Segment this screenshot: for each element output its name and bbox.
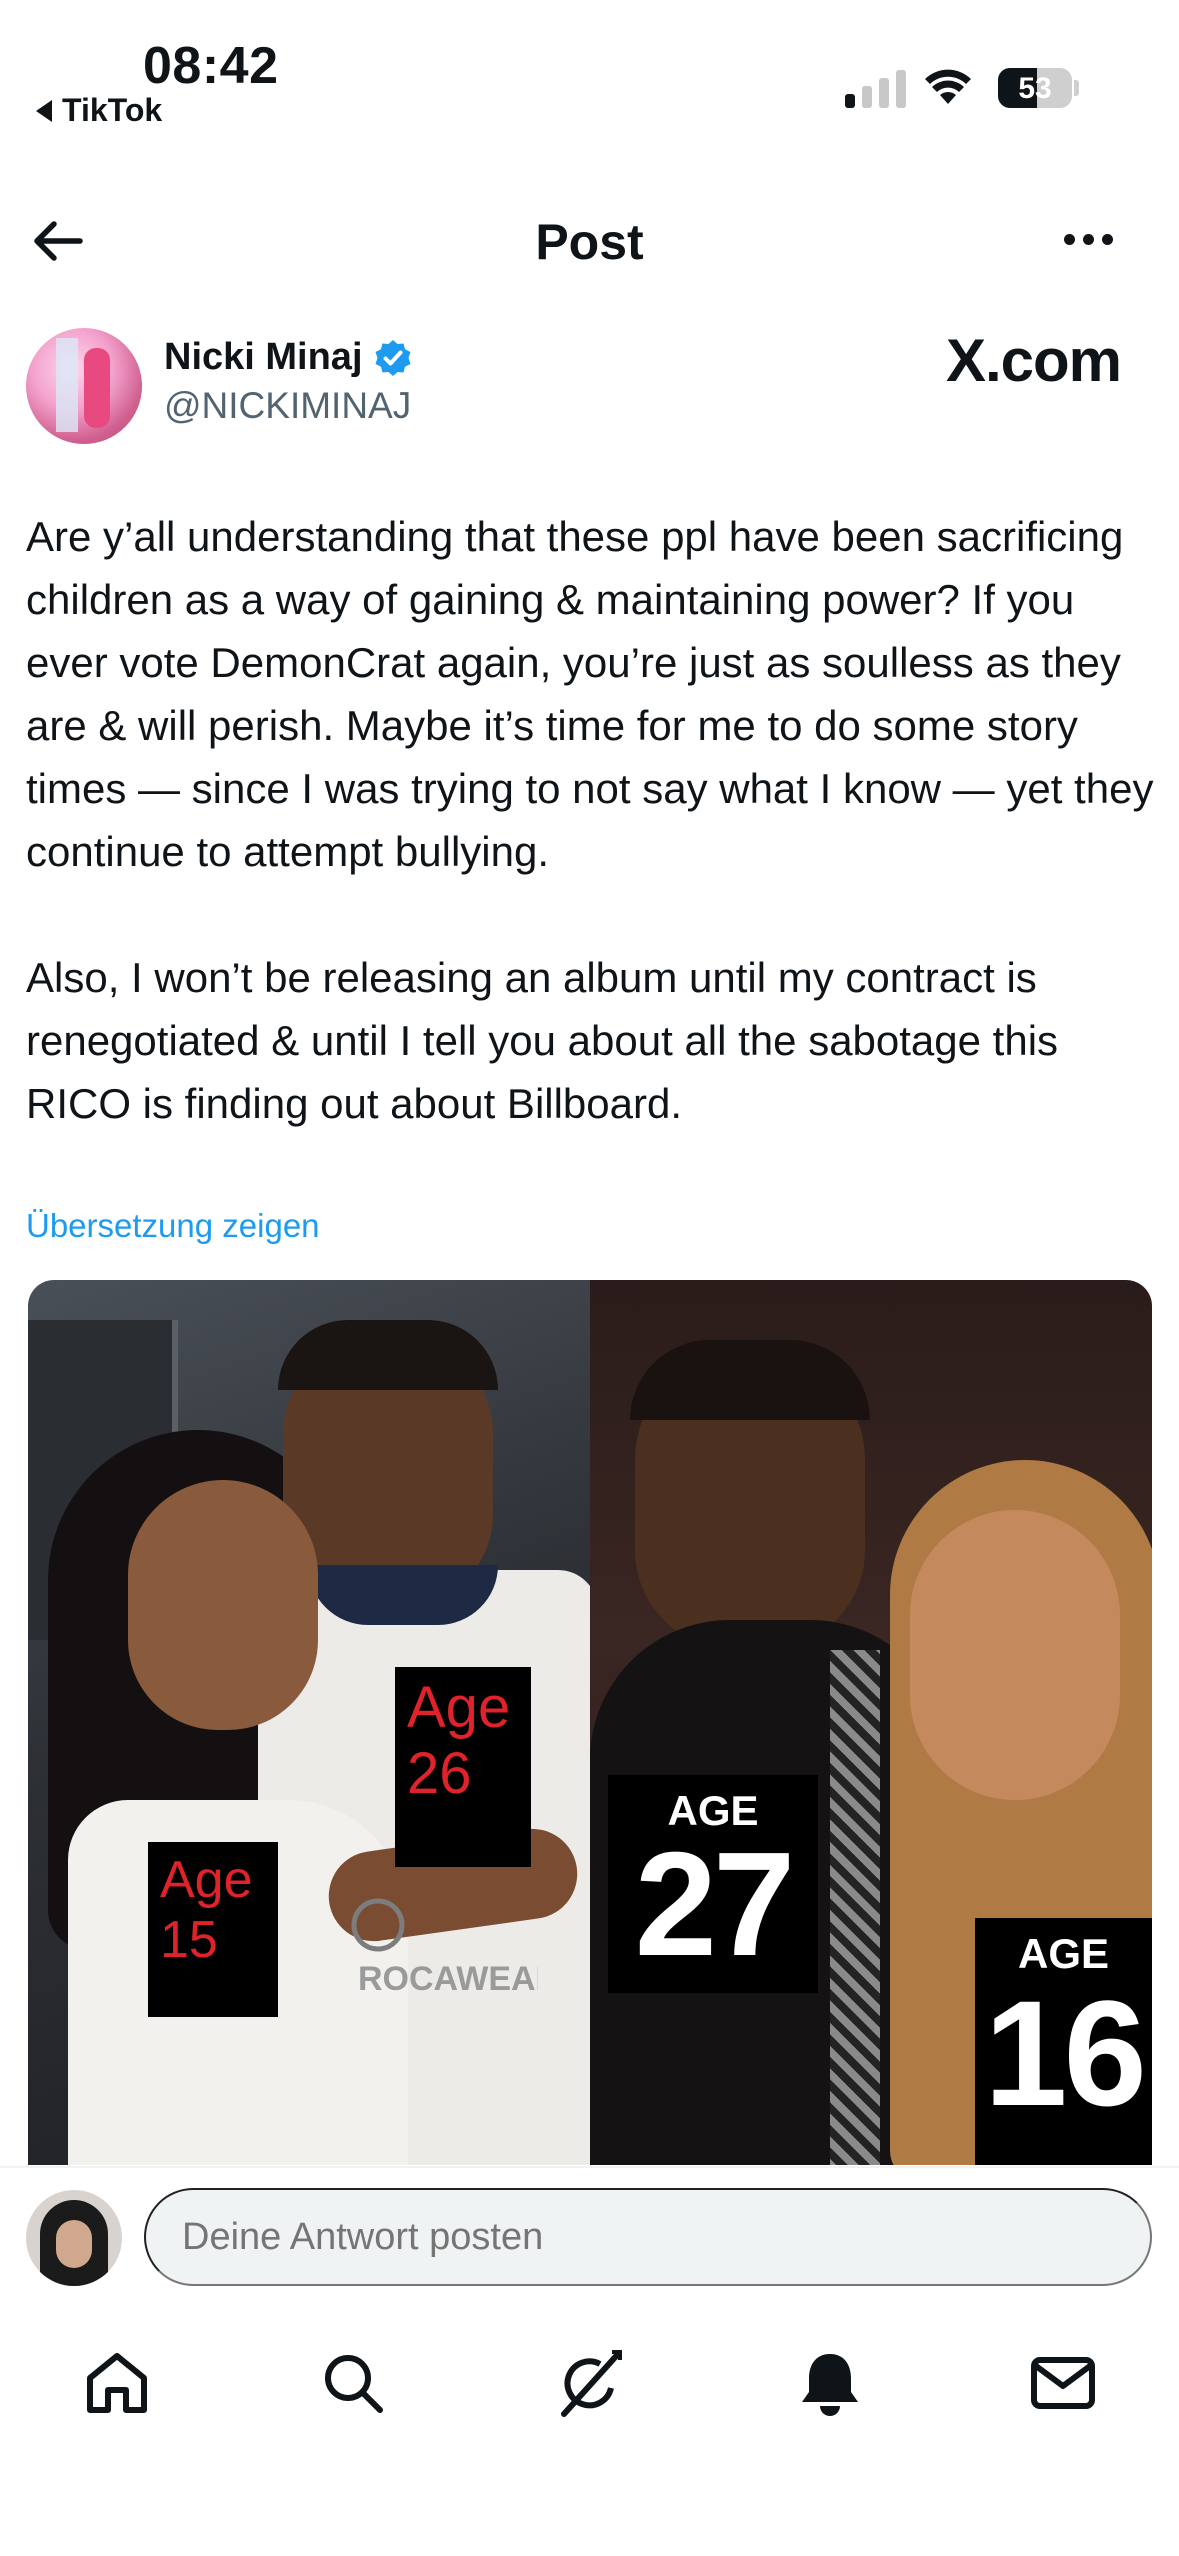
battery-level: 53: [1018, 72, 1052, 105]
home-icon[interactable]: [82, 2348, 152, 2418]
search-icon[interactable]: [318, 2348, 388, 2418]
cellular-signal-icon: [845, 70, 906, 108]
page-title: Post: [535, 214, 644, 270]
battery-nub: [1074, 80, 1079, 96]
status-time: 08:42: [143, 37, 279, 95]
age-label-left-man: Age 26: [395, 1667, 531, 1867]
author-avatar[interactable]: [26, 328, 142, 444]
post-image[interactable]: ROCAWEAR Age 26 Age 15 AGE 27 AGE 16: [28, 1280, 1152, 2165]
svg-text:ROCAWEAR: ROCAWEAR: [358, 1960, 538, 1998]
user-avatar[interactable]: [26, 2190, 122, 2286]
reply-input[interactable]: [144, 2188, 1152, 2286]
back-to-app-link[interactable]: TikTok: [36, 92, 162, 129]
back-app-label: TikTok: [62, 92, 163, 128]
notifications-icon[interactable]: [795, 2348, 865, 2418]
back-triangle-icon: [36, 99, 52, 122]
post-paragraph: Are y’all understanding that these ppl h…: [26, 513, 1154, 875]
divider: [0, 2166, 1179, 2168]
messages-icon[interactable]: [1028, 2348, 1098, 2418]
age-label-right-woman: AGE 16: [975, 1918, 1152, 2165]
more-options-icon[interactable]: [1064, 234, 1113, 245]
grok-icon[interactable]: [556, 2348, 626, 2418]
age-label-left-woman: Age 15: [148, 1842, 278, 2017]
author-name-row[interactable]: Nicki Minaj: [164, 336, 413, 379]
site-watermark: X.com: [945, 327, 1122, 394]
shirt-logo: ROCAWEAR: [351, 1898, 538, 1998]
photo-left: ROCAWEAR Age 26 Age 15: [28, 1280, 598, 2165]
wifi-icon: [925, 69, 971, 104]
translate-link[interactable]: Übersetzung zeigen: [26, 1207, 320, 1245]
photo-right: AGE 27 AGE 16: [590, 1280, 1152, 2165]
post-paragraph: Also, I won’t be releasing an album unti…: [26, 954, 1059, 1127]
author-handle[interactable]: @NICKIMINAJ: [164, 385, 411, 427]
author-name: Nicki Minaj: [164, 336, 363, 378]
age-label-right-man: AGE 27: [608, 1775, 818, 1993]
battery-icon: 53: [998, 68, 1072, 108]
verified-badge-icon: [375, 339, 410, 376]
post-body: Are y’all understanding that these ppl h…: [26, 505, 1156, 1198]
